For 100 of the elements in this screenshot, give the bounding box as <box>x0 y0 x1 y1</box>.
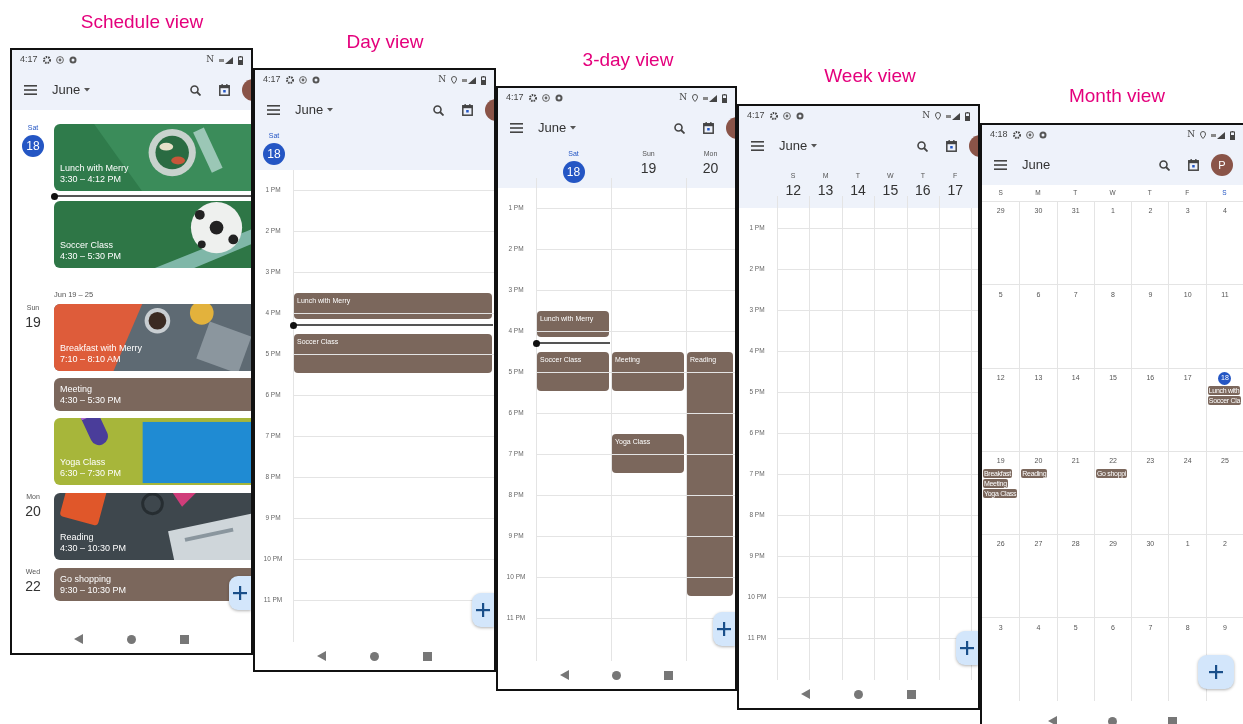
back-icon[interactable] <box>74 634 83 644</box>
event-time: 4:30 – 5:30 PM <box>60 395 122 406</box>
battery-icon <box>481 75 486 85</box>
calendar-icon[interactable] <box>219 84 230 96</box>
event-card[interactable]: Go shopping 9:30 – 10:30 PM <box>54 568 251 601</box>
overview-icon[interactable] <box>180 634 189 644</box>
date-badge: 18 <box>562 161 585 183</box>
status-time: 4:17 <box>263 73 281 87</box>
home-icon[interactable] <box>854 689 863 699</box>
overview-icon[interactable] <box>423 651 432 661</box>
calendar-icon[interactable] <box>946 140 957 152</box>
event-time: 6:30 – 7:30 PM <box>60 468 122 479</box>
date-label: 16 <box>915 183 931 199</box>
event-card[interactable]: Meeting 4:30 – 5:30 PM <box>54 378 251 411</box>
caret-icon[interactable] <box>84 88 91 92</box>
menu-icon[interactable] <box>267 105 280 115</box>
add-button[interactable] <box>229 576 251 610</box>
add-button[interactable] <box>472 593 494 627</box>
status-time: 4:18 <box>990 128 1008 142</box>
caret-icon[interactable] <box>811 144 818 148</box>
view-caption: Month view <box>1068 84 1166 108</box>
status-time: 4:17 <box>506 91 524 105</box>
event-card[interactable]: Soccer Class 4:30 – 5:30 PM <box>54 201 251 268</box>
back-icon[interactable] <box>801 689 810 699</box>
event-title: Go shopping <box>60 574 112 586</box>
calendar-icon[interactable] <box>462 104 473 116</box>
gear-icon <box>528 94 537 102</box>
avatar[interactable] <box>969 135 978 157</box>
month-title[interactable]: June <box>52 80 81 100</box>
month-title[interactable]: June <box>779 136 808 156</box>
signal-icon <box>462 76 476 84</box>
event-title: Yoga Class <box>60 457 106 469</box>
home-icon[interactable] <box>370 651 379 661</box>
plus-icon <box>233 586 247 600</box>
gear-icon <box>285 76 294 84</box>
date-badge: 18 <box>263 143 285 165</box>
date-label: 17 <box>947 183 963 199</box>
nfc-label: N <box>922 109 930 123</box>
avatar[interactable] <box>242 79 251 101</box>
event-card[interactable]: Lunch with Merry 3:30 – 4:12 PM <box>54 124 251 191</box>
menu-icon[interactable] <box>24 85 37 95</box>
status-time: 4:17 <box>20 53 38 67</box>
search-icon[interactable] <box>917 140 928 152</box>
event-time: 9:30 – 10:30 PM <box>60 585 127 596</box>
overview-icon[interactable] <box>1168 716 1178 724</box>
event-time: 3:30 – 4:12 PM <box>60 174 122 185</box>
plus-icon <box>476 603 490 617</box>
signal-icon <box>219 56 233 64</box>
menu-icon[interactable] <box>751 141 764 151</box>
search-icon[interactable] <box>433 104 444 116</box>
date-label: 12 <box>785 183 801 199</box>
back-icon[interactable] <box>559 670 569 680</box>
overview-icon[interactable] <box>907 689 916 699</box>
caret-icon[interactable] <box>327 108 334 112</box>
status-time: 4:17 <box>747 109 765 123</box>
search-icon[interactable] <box>190 84 201 96</box>
target-icon <box>1025 131 1034 139</box>
add-button[interactable] <box>1198 655 1234 689</box>
event-time: 4:30 – 10:30 PM <box>60 543 127 554</box>
battery-icon <box>722 93 727 103</box>
nfc-label: N <box>206 53 214 67</box>
add-button[interactable] <box>713 612 735 646</box>
event-card[interactable]: Reading 4:30 – 10:30 PM <box>54 493 251 560</box>
date-label: 14 <box>850 183 866 199</box>
nfc-label: N <box>679 91 687 105</box>
date-label: 20 <box>702 161 719 177</box>
signal-icon <box>1211 131 1225 139</box>
calendar-icon[interactable] <box>703 122 714 134</box>
home-icon[interactable] <box>612 670 621 680</box>
home-icon[interactable] <box>1108 716 1117 724</box>
menu-icon[interactable] <box>994 160 1007 170</box>
target-icon <box>55 56 64 64</box>
caret-icon[interactable] <box>570 126 577 130</box>
avatar[interactable] <box>485 99 494 121</box>
calendar-icon[interactable] <box>1188 159 1199 171</box>
overview-icon[interactable] <box>664 670 674 680</box>
back-icon[interactable] <box>317 651 326 661</box>
date-label: 22 <box>25 579 41 595</box>
signal-icon <box>946 112 960 120</box>
menu-icon[interactable] <box>510 123 523 133</box>
avatar[interactable]: P <box>1211 154 1233 176</box>
search-icon[interactable] <box>1159 159 1170 171</box>
gear-icon <box>42 56 51 64</box>
gear-icon <box>1012 131 1021 139</box>
home-icon[interactable] <box>127 634 136 644</box>
date-label: 15 <box>882 183 899 199</box>
back-icon[interactable] <box>1047 716 1057 724</box>
date-label: 19 <box>25 315 41 331</box>
nfc-label: N <box>438 73 446 87</box>
view-caption: 3-day view <box>582 48 674 72</box>
month-title[interactable]: June <box>538 118 567 138</box>
avatar[interactable] <box>726 117 735 139</box>
battery-icon <box>965 111 970 121</box>
month-title[interactable]: June <box>1022 155 1051 175</box>
view-caption: Week view <box>824 64 916 88</box>
search-icon[interactable] <box>674 122 685 134</box>
event-title: Meeting <box>60 384 93 396</box>
month-title[interactable]: June <box>295 100 324 120</box>
event-time: 7:10 – 8:10 AM <box>60 354 121 365</box>
add-button[interactable] <box>956 631 978 665</box>
